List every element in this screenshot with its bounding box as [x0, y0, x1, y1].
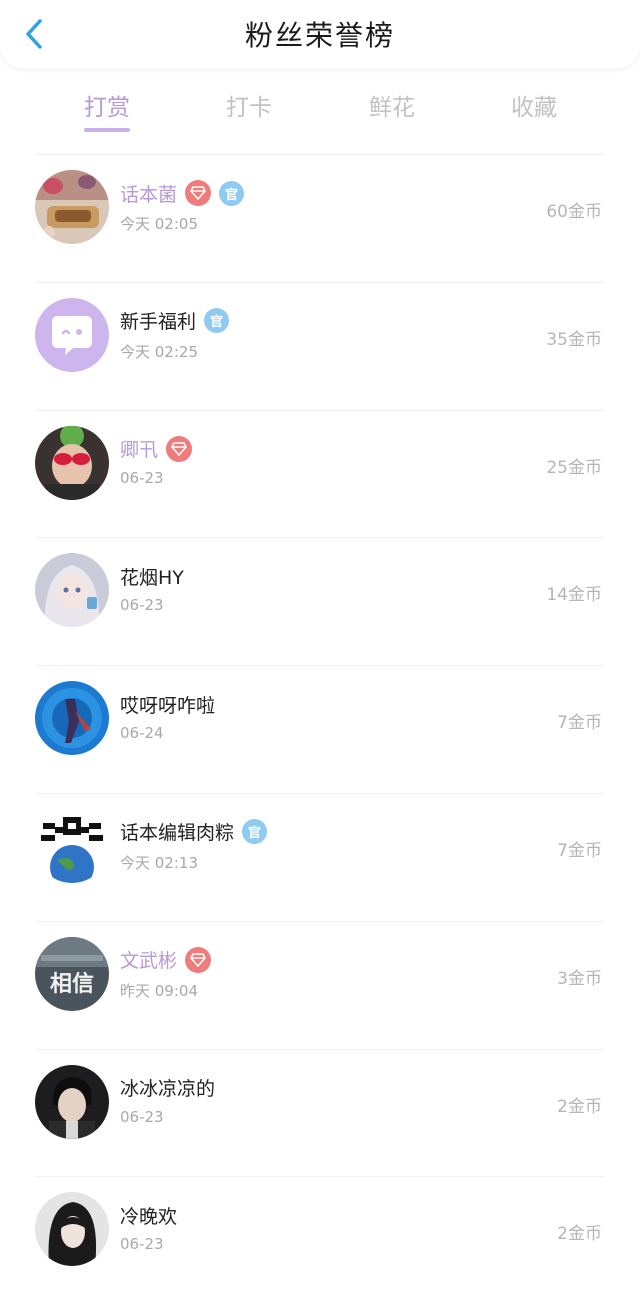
- vip-badge: [185, 180, 212, 206]
- vip-badge: [185, 946, 212, 973]
- fan-ranking-list: 话本菌 官 今天 02:05 60金币 新手福利 官 今天 02:25 35金币: [0, 155, 640, 1305]
- list-item[interactable]: 话本菌 官 今天 02:05 60金币: [0, 155, 640, 283]
- coin-amount: 7金币: [557, 713, 602, 734]
- active-tab-indicator: [84, 128, 130, 132]
- tab-flowers[interactable]: 鲜花: [352, 88, 432, 122]
- username[interactable]: 冷晚欢: [120, 1202, 177, 1229]
- timestamp: 06-23: [120, 1235, 164, 1254]
- username[interactable]: 话本编辑肉粽: [120, 818, 234, 845]
- coin-amount: 60金币: [546, 202, 602, 222]
- coin-amount: 35金币: [546, 329, 602, 350]
- text-photo-avatar[interactable]: 相信: [35, 936, 109, 1011]
- list-item[interactable]: 冷晚欢 06-23 2金币: [0, 1177, 640, 1305]
- username[interactable]: 新手福利: [120, 307, 196, 334]
- long-hair-portrait-avatar[interactable]: [35, 1192, 109, 1267]
- pixel-earth-avatar[interactable]: [35, 808, 109, 883]
- page-title: 粉丝荣誉榜: [244, 19, 395, 52]
- coin-amount: 14金币: [546, 585, 602, 606]
- tab-bar: 打赏 打卡 鲜花 收藏: [0, 82, 640, 142]
- username[interactable]: 哎呀呀咋啦: [120, 691, 215, 718]
- coin-amount: 2金币: [557, 1224, 602, 1245]
- official-badge: 官: [204, 308, 230, 334]
- list-item[interactable]: 新手福利 官 今天 02:25 35金币: [0, 283, 640, 411]
- dark-portrait-avatar[interactable]: [35, 1064, 109, 1139]
- blue-figure-avatar[interactable]: [35, 681, 109, 756]
- list-item[interactable]: 哎呀呀咋啦 06-24 7金币: [0, 666, 640, 794]
- username[interactable]: 卿卂: [120, 435, 158, 462]
- username[interactable]: 文武彬: [120, 946, 177, 973]
- username[interactable]: 冰冰凉凉的: [120, 1074, 215, 1101]
- avatar-text: 相信: [50, 971, 94, 997]
- list-item[interactable]: 卿卂 06-23 25金币: [0, 411, 640, 539]
- list-item[interactable]: 话本编辑肉粽 官 今天 02:13 7金币: [0, 794, 640, 922]
- list-item[interactable]: 冰冰凉凉的 06-23 2金币: [0, 1050, 640, 1178]
- tab-checkin[interactable]: 打卡: [209, 88, 289, 122]
- chat-bubble-avatar[interactable]: [35, 297, 109, 372]
- diamond-icon: [190, 952, 206, 967]
- coin-amount: 7金币: [557, 840, 602, 861]
- official-badge: 官: [242, 819, 268, 845]
- timestamp: 昨天 09:04: [120, 981, 198, 1000]
- diamond-icon: [190, 186, 206, 200]
- timestamp: 06-23: [120, 596, 164, 615]
- timestamp: 今天 02:05: [120, 215, 198, 233]
- timestamp: 06-23: [120, 468, 164, 487]
- coin-amount: 3金币: [557, 968, 602, 989]
- timestamp: 06-24: [120, 724, 164, 743]
- timestamp: 06-23: [120, 1107, 164, 1126]
- official-badge: 官: [219, 180, 245, 206]
- diamond-icon: [171, 441, 187, 456]
- timestamp: 今天 02:25: [120, 342, 198, 361]
- tab-favorites[interactable]: 收藏: [494, 88, 574, 122]
- coin-amount: 25金币: [546, 457, 602, 478]
- vip-badge: [166, 435, 193, 462]
- food-photo-avatar[interactable]: [35, 170, 109, 244]
- username[interactable]: 花烟HY: [120, 563, 184, 590]
- top-bar: 粉丝荣誉榜: [0, 0, 640, 68]
- anime-girl-avatar[interactable]: [35, 553, 109, 628]
- username[interactable]: 话本菌: [120, 180, 177, 207]
- coin-amount: 2金币: [557, 1096, 602, 1117]
- list-item[interactable]: 相信 文武彬 昨天 09:04 3金币: [0, 922, 640, 1050]
- list-item[interactable]: 花烟HY 06-23 14金币: [0, 538, 640, 667]
- timestamp: 今天 02:13: [120, 853, 198, 872]
- portrait-red-glasses-avatar[interactable]: [35, 425, 109, 500]
- tab-reward[interactable]: 打赏: [67, 88, 147, 122]
